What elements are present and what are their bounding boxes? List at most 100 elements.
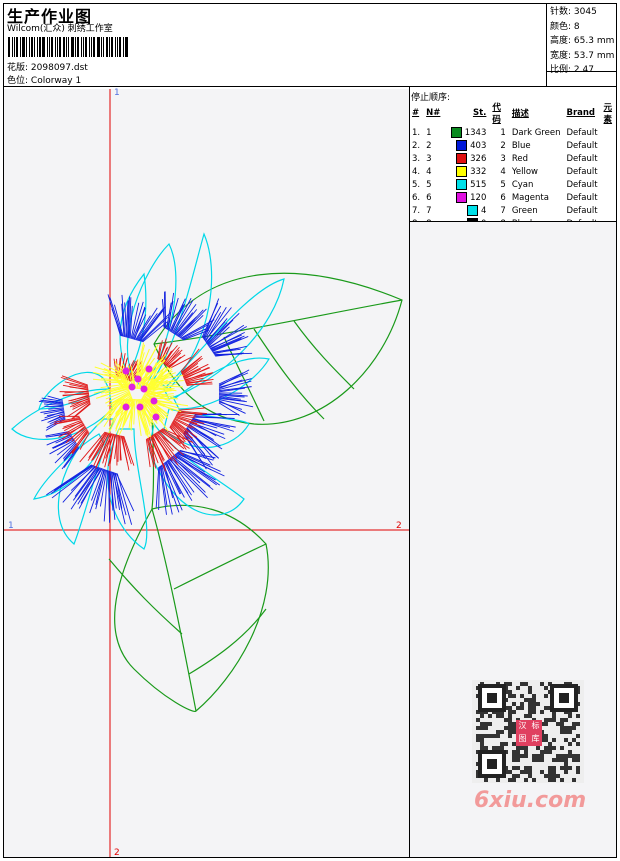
row-desc: Cyan <box>511 179 534 190</box>
row-brand: Default <box>566 179 598 190</box>
row-swatch-st: 326 <box>443 152 489 165</box>
col-brand: Brand <box>566 108 596 118</box>
color-row: 4. 4 332 4 Yellow Default <box>409 165 620 178</box>
barcode-bar <box>37 37 38 57</box>
row-index: 3. <box>412 153 421 164</box>
barcode-bar <box>8 37 10 57</box>
barcode-bar <box>22 37 25 57</box>
stitch <box>103 470 108 522</box>
pattern-label: 花版: <box>7 63 29 73</box>
row-element <box>601 165 620 178</box>
studio-name: Wilcom(汇众) 刺绣工作室 <box>7 24 113 34</box>
barcode-bar <box>47 37 48 57</box>
pattern-row: 花版: 2098097.dst <box>7 63 88 74</box>
header-divider <box>3 86 617 87</box>
barcode <box>8 37 138 57</box>
barcode-bar <box>83 37 84 57</box>
barcode-bar <box>14 37 15 57</box>
row-brand: Default <box>566 166 598 177</box>
row-swatch-st: 120 <box>443 191 489 204</box>
barcode-bar <box>29 37 30 57</box>
barcode-bar <box>115 37 116 57</box>
axis-label-top: 1 <box>114 88 120 98</box>
col-desc: 描述 <box>511 109 529 119</box>
row-n: 6 <box>426 192 432 203</box>
stamen-dot <box>136 403 144 411</box>
stats-panel: 针数: 3045 颜色: 8 高度: 65.3 mm 宽度: 53.7 mm 比… <box>550 5 614 78</box>
barcode-bar <box>57 37 58 57</box>
col-n: N# <box>426 108 441 118</box>
row-brand: Default <box>566 205 598 216</box>
barcode-bar <box>34 37 35 57</box>
stitch <box>218 372 244 385</box>
row-element <box>601 152 620 165</box>
row-n: 4 <box>426 166 432 177</box>
color-row: 6. 6 120 6 Magenta Default <box>409 191 620 204</box>
barcode-bar <box>49 37 50 57</box>
stitch <box>218 369 250 387</box>
color-row: 2. 2 403 2 Blue Default <box>409 139 620 152</box>
stamen-dot <box>145 365 153 373</box>
col-st: St. <box>472 108 487 118</box>
stat-scale: 比例: 2.47 <box>550 65 594 75</box>
axis-label-left: 1 <box>8 521 14 531</box>
row-swatch-st: 515 <box>443 178 489 191</box>
barcode-bar <box>51 37 53 57</box>
barcode-bar <box>89 37 90 57</box>
embroidery-design <box>4 89 409 857</box>
row-brand: Default <box>566 127 598 138</box>
row-brand: Default <box>566 192 598 203</box>
stitch <box>114 472 127 516</box>
barcode-bar <box>101 37 102 57</box>
barcode-bar <box>66 37 67 57</box>
col-hash: # <box>412 108 420 118</box>
colorway-label: 色位: <box>7 76 29 86</box>
stats-divider <box>546 3 547 86</box>
row-desc: Dark Green <box>511 127 561 138</box>
stamen-dot <box>140 385 148 393</box>
barcode-bar <box>63 37 65 57</box>
barcode-bar <box>97 37 100 57</box>
color-swatch <box>456 166 468 177</box>
stamen-dot <box>122 367 130 375</box>
row-desc: Magenta <box>511 192 549 203</box>
row-desc: Blue <box>511 140 531 151</box>
stitch <box>155 467 160 508</box>
row-code: 5 <box>500 179 506 190</box>
stamen-dot <box>134 375 142 383</box>
axis-label-right: 2 <box>396 521 402 531</box>
row-code: 4 <box>500 166 506 177</box>
barcode-bar <box>20 37 21 57</box>
barcode-bar <box>68 37 69 57</box>
barcode-bar <box>111 37 113 57</box>
barcode-bar <box>71 37 74 57</box>
stitch <box>69 429 88 455</box>
stamen-dot <box>152 413 160 421</box>
row-index: 6. <box>412 192 421 203</box>
stamen-dot <box>122 403 130 411</box>
row-swatch-st: 403 <box>443 139 489 152</box>
stitch <box>218 401 243 410</box>
petal-outlines <box>11 232 285 550</box>
color-row: 7. 7 4 7 Green Default <box>409 204 620 217</box>
barcode-bar <box>55 37 56 57</box>
row-index: 1. <box>412 127 421 138</box>
row-brand: Default <box>566 153 598 164</box>
color-row: 3. 3 326 3 Red Default <box>409 152 620 165</box>
barcode-bar <box>12 37 13 57</box>
stamen-dot <box>150 397 158 405</box>
row-desc: Green <box>511 205 538 216</box>
row-code: 3 <box>500 153 506 164</box>
row-n: 3 <box>426 153 432 164</box>
col-code: 代码 <box>492 103 501 125</box>
row-index: 5. <box>412 179 421 190</box>
barcode-bar <box>59 37 61 57</box>
barcode-bar <box>85 37 87 57</box>
barcode-bar <box>75 37 76 57</box>
row-element <box>601 126 620 139</box>
barcode-bar <box>117 37 118 57</box>
barcode-bar <box>39 37 41 57</box>
stitch <box>109 297 123 337</box>
color-swatch <box>451 127 463 138</box>
row-code: 6 <box>500 192 506 203</box>
